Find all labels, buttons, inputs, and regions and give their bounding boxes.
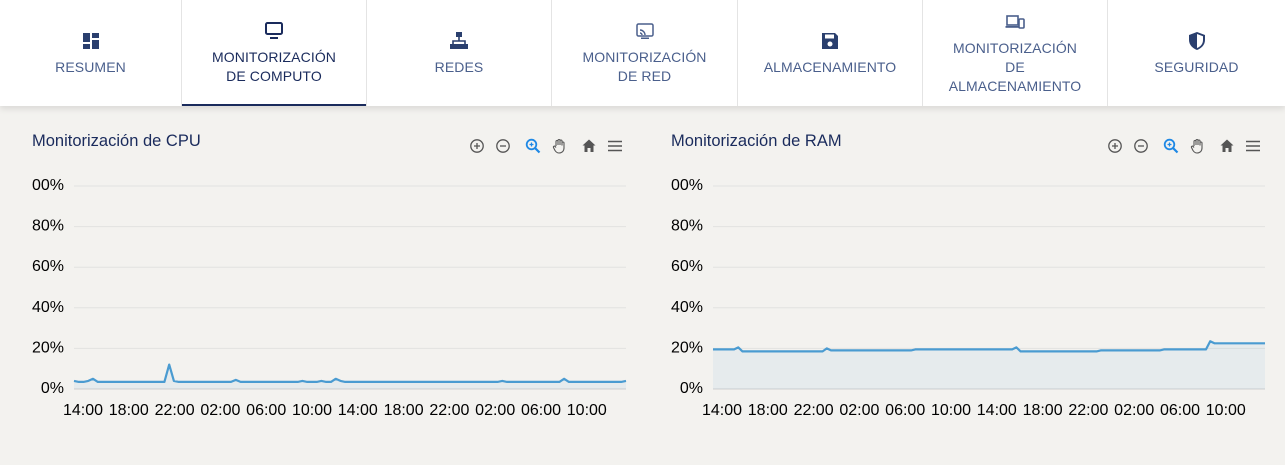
cpu-x-tick-label: 06:00 — [521, 402, 561, 419]
tab-label: MONITORIZACIÓN DE COMPUTO — [211, 49, 337, 84]
cpu-chart[interactable]: 0% 20% 40% 60% 80% 100% 14:00 18:00 22:00 02:00 06… — [32, 170, 632, 420]
cpu-monitoring-panel: Monitorización de CPU 0% 20% 40% 60% 80% 100%… — [32, 120, 632, 430]
ram-x-tick-label: 22:00 — [1068, 402, 1108, 419]
cpu-x-tick-label: 10:00 — [567, 402, 607, 419]
ram-chart[interactable]: 0% 20% 40% 60% 80% 100% 14:00 18:00 22:00 02:00 06… — [671, 170, 1271, 420]
tab-label: MONITORIZACIÓN DE ALMACENAMIENTO — [948, 39, 1082, 94]
cpu-x-tick-label: 22:00 — [429, 402, 469, 419]
cpu-series-line — [73, 363, 627, 383]
selection-zoom-icon[interactable] — [1162, 137, 1180, 155]
ram-x-tick-label: 06:00 — [885, 402, 925, 419]
cpu-x-tick-label: 18:00 — [384, 402, 424, 419]
ram-x-tick-label: 10:00 — [931, 402, 971, 419]
monitor-icon — [263, 20, 285, 42]
zoom-in-icon[interactable] — [1106, 137, 1124, 155]
zoom-out-icon[interactable] — [494, 137, 512, 155]
menu-icon[interactable] — [1244, 137, 1262, 155]
cpu-x-tick-label: 18:00 — [109, 402, 149, 419]
tab-monitorización-de-almacenamiento[interactable]: MONITORIZACIÓN DE ALMACENAMIENTO — [923, 0, 1108, 106]
cpu-y-tick-label: 0% — [41, 380, 64, 397]
zoom-in-icon[interactable] — [468, 137, 486, 155]
cpu-x-tick-label: 02:00 — [200, 402, 240, 419]
pan-icon[interactable] — [550, 137, 568, 155]
save-icon — [819, 30, 841, 52]
tab-redes[interactable]: REDES — [367, 0, 552, 106]
tab-resumen[interactable]: RESUMEN — [0, 0, 182, 106]
pan-icon[interactable] — [1188, 137, 1206, 155]
shield-icon — [1186, 30, 1208, 52]
ram-x-tick-label: 02:00 — [1114, 402, 1154, 419]
cpu-y-tick-label: 100% — [32, 177, 64, 194]
cpu-x-tick-label: 14:00 — [338, 402, 378, 419]
tab-label: ALMACENAMIENTO — [763, 58, 897, 75]
ram-x-tick-label: 22:00 — [794, 402, 834, 419]
cpu-y-tick-label: 40% — [32, 299, 64, 316]
ram-y-tick-label: 100% — [671, 177, 703, 194]
ram-chart-title: Monitorización de RAM — [671, 132, 842, 150]
cpu-x-tick-label: 10:00 — [292, 402, 332, 419]
tab-almacenamiento[interactable]: ALMACENAMIENTO — [738, 0, 923, 106]
cast-icon — [634, 20, 656, 42]
tab-label: SEGURIDAD — [1154, 58, 1239, 75]
ram-y-tick-label: 80% — [671, 218, 703, 235]
tab-monitorización-de-computo[interactable]: MONITORIZACIÓN DE COMPUTO — [182, 0, 367, 106]
cpu-x-tick-label: 22:00 — [155, 402, 195, 419]
reset-home-icon[interactable] — [580, 137, 598, 155]
ram-chart-toolbar — [1106, 137, 1262, 155]
ram-x-tick-label: 18:00 — [748, 402, 788, 419]
cpu-x-tick-label: 06:00 — [246, 402, 286, 419]
ram-x-tick-label: 18:00 — [1023, 402, 1063, 419]
selection-zoom-icon[interactable] — [524, 137, 542, 155]
ram-monitoring-panel: Monitorización de RAM 0% 20% 40% 60% 80% 100%… — [671, 120, 1271, 430]
ram-y-tick-label: 60% — [671, 258, 703, 275]
network-icon — [448, 30, 470, 52]
ram-y-tick-label: 20% — [671, 339, 703, 356]
dashboard-icon — [80, 30, 102, 52]
ram-x-tick-label: 02:00 — [839, 402, 879, 419]
ram-x-tick-label: 06:00 — [1160, 402, 1200, 419]
top-navigation-tabs: RESUMEN MONITORIZACIÓN DE COMPUTO REDES MON… — [0, 0, 1285, 106]
cpu-series-area — [74, 364, 626, 389]
ram-y-tick-label: 0% — [680, 380, 703, 397]
ram-x-tick-label: 14:00 — [977, 402, 1017, 419]
cpu-chart-title: Monitorización de CPU — [32, 132, 201, 150]
cpu-chart-toolbar — [468, 137, 624, 155]
tab-monitorización-de-red[interactable]: MONITORIZACIÓN DE RED — [552, 0, 738, 106]
ram-x-tick-label: 10:00 — [1206, 402, 1246, 419]
cpu-x-tick-label: 02:00 — [475, 402, 515, 419]
cpu-y-tick-label: 80% — [32, 218, 64, 235]
cpu-x-tick-label: 14:00 — [63, 402, 103, 419]
cpu-y-tick-label: 60% — [32, 258, 64, 275]
ram-x-tick-label: 14:00 — [702, 402, 742, 419]
devices-icon — [1004, 11, 1026, 33]
menu-icon[interactable] — [606, 137, 624, 155]
cpu-y-tick-label: 20% — [32, 339, 64, 356]
ram-y-tick-label: 40% — [671, 299, 703, 316]
ram-series-line — [713, 340, 1265, 353]
reset-home-icon[interactable] — [1218, 137, 1236, 155]
tab-label: RESUMEN — [55, 58, 126, 75]
tab-label: MONITORIZACIÓN DE RED — [582, 49, 707, 84]
zoom-out-icon[interactable] — [1132, 137, 1150, 155]
tab-label: REDES — [434, 58, 484, 75]
tab-seguridad[interactable]: SEGURIDAD — [1108, 0, 1285, 106]
